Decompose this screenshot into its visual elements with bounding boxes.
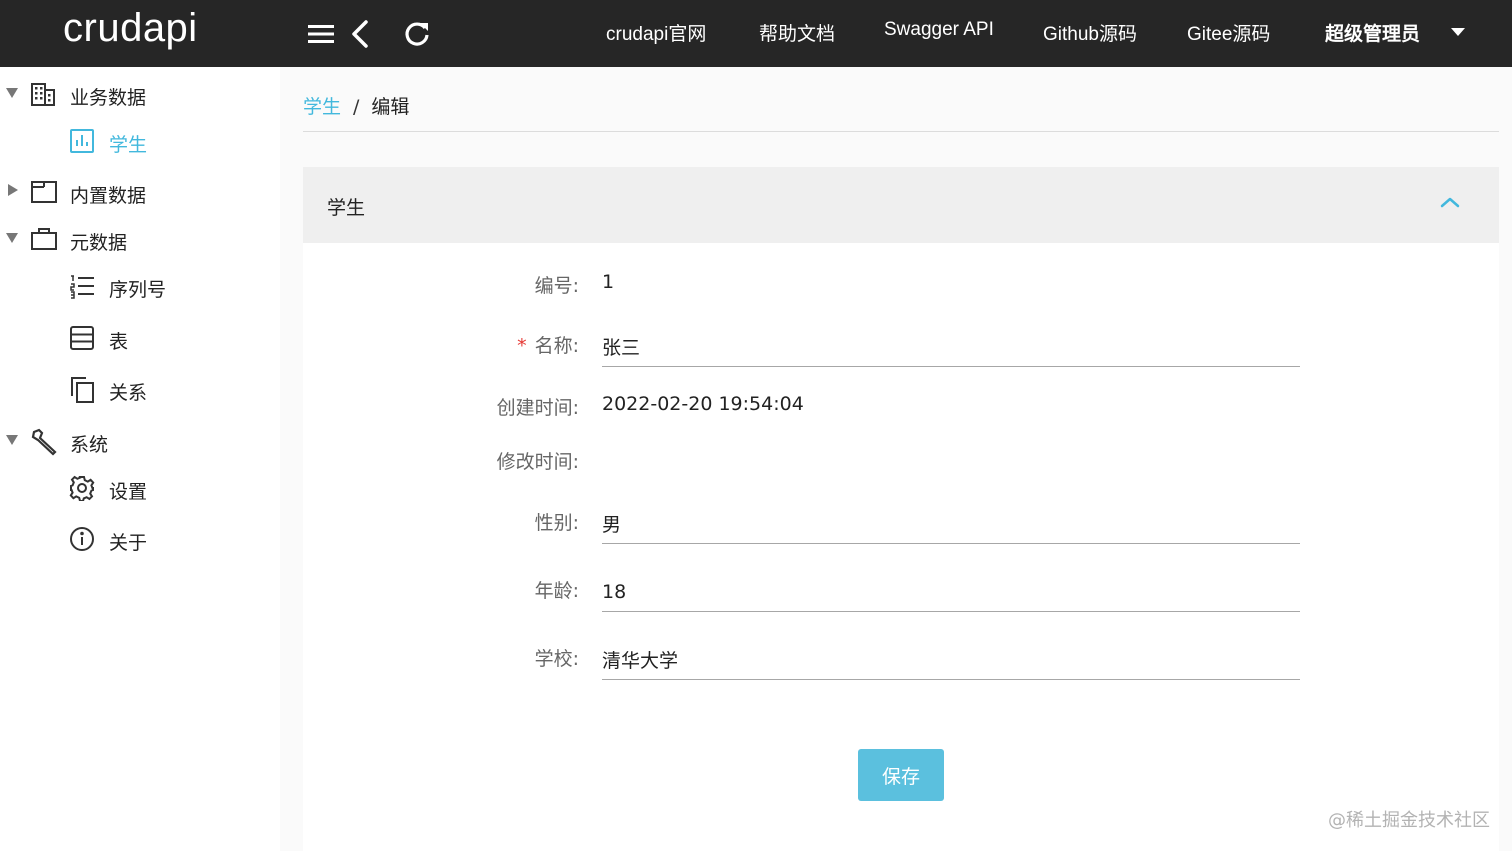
sidebar-item-label: 元数据 xyxy=(70,232,128,254)
panel-title: 学生 xyxy=(327,197,366,219)
building-icon xyxy=(30,81,56,107)
breadcrumb: 学生 / 编辑 xyxy=(303,92,409,119)
nav-github-source[interactable]: Github源码 xyxy=(1043,19,1137,46)
sidebar-item-sequence[interactable]: 序列号 xyxy=(0,265,280,305)
expand-arrow-icon[interactable] xyxy=(6,435,18,445)
sidebar: 业务数据 学生 内置数据 元数据 序列号 表 关系 系统 设置 关于 xyxy=(0,67,280,851)
id-label: 编号: xyxy=(534,275,579,297)
sidebar-item-label: 学生 xyxy=(109,134,148,156)
nav-gitee-source[interactable]: Gitee源码 xyxy=(1187,19,1270,46)
nav-official-site[interactable]: crudapi官网 xyxy=(606,19,706,46)
wrench-icon xyxy=(30,428,57,456)
sidebar-item-label: 业务数据 xyxy=(70,87,147,109)
nav-swagger-api[interactable]: Swagger API xyxy=(884,19,994,41)
breadcrumb-separator: / xyxy=(353,96,360,118)
info-icon xyxy=(69,526,95,552)
id-value: 1 xyxy=(602,271,615,293)
age-label: 年龄: xyxy=(534,580,579,602)
name-input[interactable] xyxy=(602,327,1300,367)
gender-label: 性别: xyxy=(534,512,579,534)
breadcrumb-current: 编辑 xyxy=(371,96,410,118)
hamburger-menu-icon[interactable] xyxy=(303,16,339,52)
numbered-list-icon xyxy=(69,273,95,299)
gear-icon xyxy=(69,475,95,501)
sidebar-item-system[interactable]: 系统 xyxy=(0,420,280,460)
nav-help-docs[interactable]: 帮助文档 xyxy=(759,19,835,46)
expand-arrow-icon[interactable] xyxy=(6,233,18,243)
watermark: @稀土掘金技术社区 xyxy=(1328,810,1490,831)
top-header: crudapi crudapi官网 帮助文档 Swagger API Githu… xyxy=(0,0,1512,67)
sidebar-item-business-data[interactable]: 业务数据 xyxy=(0,73,280,113)
required-asterisk: * xyxy=(517,335,527,357)
chevron-left-icon[interactable] xyxy=(342,16,378,52)
sidebar-item-about[interactable]: 关于 xyxy=(0,518,280,558)
sidebar-item-table[interactable]: 表 xyxy=(0,317,280,357)
sidebar-item-label: 系统 xyxy=(70,434,109,456)
app-logo[interactable]: crudapi xyxy=(63,6,198,51)
save-button[interactable]: 保存 xyxy=(858,749,944,801)
name-label-text: 名称: xyxy=(534,335,579,357)
sidebar-item-label: 序列号 xyxy=(109,279,167,301)
breadcrumb-student-link[interactable]: 学生 xyxy=(303,96,341,118)
main-content: 学生 / 编辑 学生 编号: 1 * 名称: 创建时间: 2022-02-20 19:… xyxy=(280,67,1512,851)
expand-arrow-icon[interactable] xyxy=(6,88,18,98)
student-edit-panel: 学生 编号: 1 *名称: 创建时间: 2022-02-20 19:54:04 … xyxy=(303,167,1499,851)
sidebar-item-label: 表 xyxy=(109,331,129,353)
sidebar-item-builtin-data[interactable]: 内置数据 xyxy=(0,171,280,211)
sidebar-item-label: 关于 xyxy=(109,532,148,554)
age-input[interactable] xyxy=(602,572,1300,612)
collapsed-arrow-icon[interactable] xyxy=(8,184,18,196)
table-icon xyxy=(69,325,95,351)
created-time-value: 2022-02-20 19:54:04 xyxy=(602,393,804,415)
chevron-up-icon[interactable] xyxy=(1439,195,1461,209)
briefcase-icon xyxy=(30,226,57,252)
name-label: * 名称: xyxy=(517,331,579,358)
bar-chart-icon xyxy=(69,128,95,154)
sidebar-item-settings[interactable]: 设置 xyxy=(0,467,280,507)
user-dropdown-caret-icon[interactable] xyxy=(1451,28,1465,36)
school-label: 学校: xyxy=(534,648,579,670)
created-time-label: 创建时间: xyxy=(496,397,579,419)
sidebar-item-metadata[interactable]: 元数据 xyxy=(0,218,280,258)
user-menu[interactable]: 超级管理员 xyxy=(1325,19,1420,46)
copy-icon xyxy=(69,376,95,403)
updated-time-label: 修改时间: xyxy=(496,451,579,473)
window-icon xyxy=(30,179,57,205)
sidebar-item-student[interactable]: 学生 xyxy=(0,120,280,160)
sidebar-item-label: 设置 xyxy=(109,481,148,503)
gender-input[interactable] xyxy=(602,504,1300,544)
sidebar-item-relation[interactable]: 关系 xyxy=(0,368,280,408)
school-input[interactable] xyxy=(602,640,1300,680)
panel-header[interactable]: 学生 xyxy=(303,167,1499,243)
refresh-icon[interactable] xyxy=(399,16,435,52)
sidebar-item-label: 内置数据 xyxy=(70,185,147,207)
breadcrumb-divider xyxy=(303,131,1499,132)
sidebar-item-label: 关系 xyxy=(109,382,148,404)
